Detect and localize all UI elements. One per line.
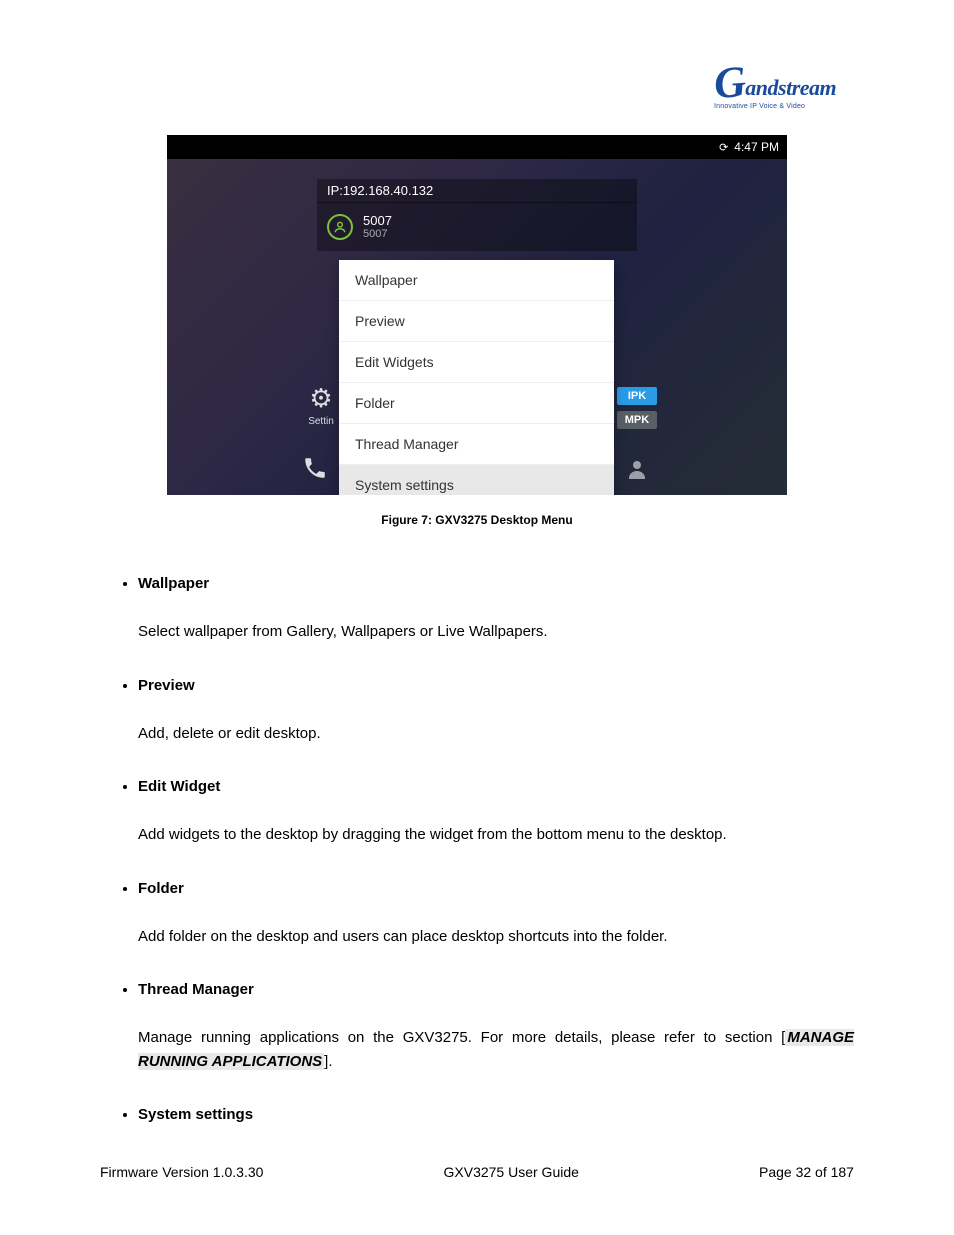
account-name: 5007 [363, 213, 392, 229]
brand-logo: Gandstream Innovative IP Voice & Video [714, 55, 854, 110]
bullet-desc: Select wallpaper from Gallery, Wallpaper… [138, 620, 854, 643]
figure-caption: Figure 7: GXV3275 Desktop Menu [100, 513, 854, 527]
bullet-title: Preview [138, 677, 195, 694]
person-icon [625, 457, 649, 488]
bullet-system-settings: System settings [138, 1103, 854, 1126]
account-avatar-icon [327, 214, 353, 240]
ip-address-label: IP:192.168.40.132 [317, 179, 637, 203]
bullet-desc: Add, delete or edit desktop. [138, 722, 854, 745]
account-text: 5007 5007 [363, 213, 392, 242]
bullet-title: Wallpaper [138, 575, 209, 592]
footer-page: Page 32 of 187 [759, 1164, 854, 1180]
bullet-folder: Folder Add folder on the desktop and use… [138, 877, 854, 949]
bg-mpk-panel: IPK MPK [617, 387, 657, 435]
mpk-button-2: MPK [617, 411, 657, 429]
desc-post: ]. [324, 1053, 332, 1070]
logo-text: Gandstream [714, 55, 854, 106]
menu-item-thread-manager[interactable]: Thread Manager [339, 424, 614, 465]
gear-icon: ⚙ [299, 383, 343, 414]
page-footer: Firmware Version 1.0.3.30 GXV3275 User G… [100, 1164, 854, 1180]
bg-settings-app: ⚙ Settin [299, 383, 343, 427]
desc-pre: Manage running applications on the GXV32… [138, 1029, 785, 1046]
desktop-context-menu: Wallpaper Preview Edit Widgets Folder Th… [339, 260, 614, 495]
menu-item-preview[interactable]: Preview [339, 301, 614, 342]
bullet-title: Thread Manager [138, 981, 254, 998]
footer-firmware: Firmware Version 1.0.3.30 [100, 1164, 263, 1180]
bullet-title: System settings [138, 1106, 253, 1123]
account-widget: IP:192.168.40.132 5007 5007 [317, 179, 637, 251]
bullet-thread-manager: Thread Manager Manage running applicatio… [138, 978, 854, 1073]
phone-icon [302, 455, 328, 488]
logo-brand-rest: andstream [745, 75, 836, 100]
bg-settings-label: Settin [299, 416, 343, 427]
bullet-edit-widget: Edit Widget Add widgets to the desktop b… [138, 775, 854, 847]
mpk-button-1: IPK [617, 387, 657, 405]
menu-item-wallpaper[interactable]: Wallpaper [339, 260, 614, 301]
bullet-wallpaper: Wallpaper Select wallpaper from Gallery,… [138, 572, 854, 644]
sync-icon: ⟳ [719, 141, 728, 154]
bullet-desc: Add widgets to the desktop by dragging t… [138, 823, 854, 846]
account-row: 5007 5007 [317, 203, 637, 251]
menu-item-edit-widgets[interactable]: Edit Widgets [339, 342, 614, 383]
footer-title: GXV3275 User Guide [444, 1164, 579, 1180]
status-time: 4:47 PM [734, 140, 779, 154]
menu-item-system-settings[interactable]: System settings [339, 465, 614, 495]
bullet-title: Edit Widget [138, 778, 220, 795]
account-sub: 5007 [363, 228, 392, 241]
bullet-title: Folder [138, 880, 184, 897]
menu-item-folder[interactable]: Folder [339, 383, 614, 424]
logo-letter-g: G [712, 56, 748, 110]
bullet-preview: Preview Add, delete or edit desktop. [138, 674, 854, 746]
bullet-desc: Add folder on the desktop and users can … [138, 925, 854, 948]
bullet-desc: Manage running applications on the GXV32… [138, 1026, 854, 1073]
status-bar: ⟳ 4:47 PM [167, 135, 787, 159]
page-body: Wallpaper Select wallpaper from Gallery,… [100, 572, 854, 1126]
figure-screenshot: ⟳ 4:47 PM IP:192.168.40.132 5007 5007 ⚙ … [167, 135, 787, 495]
